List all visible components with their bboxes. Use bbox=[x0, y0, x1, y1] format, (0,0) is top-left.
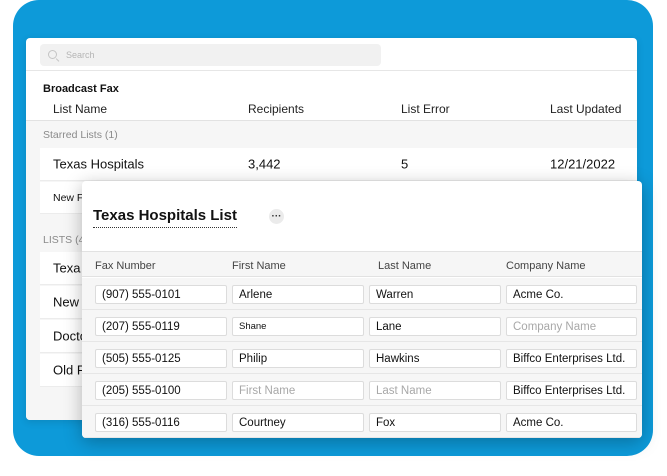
list-detail-modal: Texas Hospitals List ··· Fax Number Firs… bbox=[82, 181, 642, 438]
company-name-field[interactable] bbox=[506, 413, 637, 432]
table-row bbox=[82, 406, 642, 438]
list-name: Texas Hospitals bbox=[53, 156, 145, 172]
company-name-field[interactable] bbox=[506, 349, 637, 368]
last-name-field[interactable] bbox=[369, 413, 501, 432]
fax-number-field[interactable] bbox=[95, 317, 227, 336]
list-error: 5 bbox=[401, 156, 409, 172]
search-icon bbox=[48, 50, 57, 59]
lists-label: LISTS (4 bbox=[43, 234, 85, 246]
table-row bbox=[82, 310, 642, 342]
list-row[interactable]: Texas Hospitals 3,442 5 12/21/2022 bbox=[40, 148, 637, 181]
col-list-name[interactable]: List Name bbox=[53, 102, 107, 116]
list-name: Texa bbox=[53, 260, 81, 276]
more-options-button[interactable]: ··· bbox=[269, 209, 284, 224]
fax-number-field[interactable] bbox=[95, 285, 227, 304]
table-row bbox=[82, 278, 642, 310]
list-name: New F bbox=[53, 191, 84, 204]
table-row bbox=[82, 342, 642, 374]
fax-number-field[interactable] bbox=[95, 413, 227, 432]
last-name-field[interactable] bbox=[369, 381, 501, 400]
fax-number-field[interactable] bbox=[95, 349, 227, 368]
section-title: Broadcast Fax bbox=[43, 83, 119, 95]
company-name-field[interactable] bbox=[506, 285, 637, 304]
last-name-field[interactable] bbox=[369, 317, 501, 336]
starred-lists-label: Starred Lists (1) bbox=[43, 129, 118, 141]
last-name-field[interactable] bbox=[369, 349, 501, 368]
company-name-field[interactable] bbox=[506, 381, 637, 400]
first-name-field[interactable] bbox=[232, 413, 364, 432]
col-first-name[interactable]: First Name bbox=[232, 260, 286, 272]
first-name-field[interactable] bbox=[232, 317, 364, 336]
search-bar bbox=[26, 38, 637, 71]
modal-title: Texas Hospitals List bbox=[93, 207, 237, 228]
first-name-field[interactable] bbox=[232, 285, 364, 304]
col-company-name[interactable]: Company Name bbox=[506, 260, 585, 272]
first-name-field[interactable] bbox=[232, 349, 364, 368]
list-name: Old F bbox=[53, 362, 85, 378]
last-name-field[interactable] bbox=[369, 285, 501, 304]
search-input[interactable] bbox=[40, 44, 381, 66]
grid-header: Fax Number First Name Last Name Company … bbox=[82, 251, 642, 277]
first-name-field[interactable] bbox=[232, 381, 364, 400]
list-recipients: 3,442 bbox=[248, 156, 281, 172]
list-name: New bbox=[53, 294, 80, 310]
col-list-error[interactable]: List Error bbox=[401, 102, 450, 116]
list-updated: 12/21/2022 bbox=[550, 156, 616, 172]
col-last-updated[interactable]: Last Updated bbox=[550, 102, 621, 116]
col-recipients[interactable]: Recipients bbox=[248, 102, 304, 116]
fax-number-field[interactable] bbox=[95, 381, 227, 400]
table-row bbox=[82, 374, 642, 406]
col-fax-number[interactable]: Fax Number bbox=[95, 260, 156, 272]
more-options-icon: ··· bbox=[271, 211, 282, 222]
company-name-field[interactable] bbox=[506, 317, 637, 336]
col-last-name[interactable]: Last Name bbox=[378, 260, 431, 272]
